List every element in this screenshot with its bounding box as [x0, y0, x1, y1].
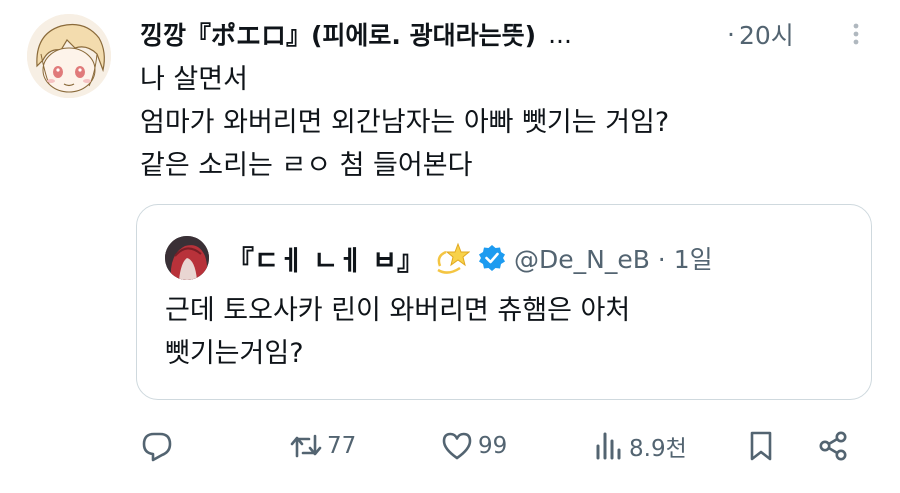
views-count: 8.9천 [629, 436, 687, 462]
quoted-handle-and-time[interactable]: @De_N_eB · 1일 [514, 240, 713, 276]
retweet-count: 77 [327, 433, 357, 459]
retweet-button[interactable]: 77 [289, 428, 356, 464]
views-button[interactable]: 8.9천 [591, 428, 687, 464]
verified-badge-icon [479, 245, 505, 271]
name-truncation: ... [548, 19, 572, 49]
dizzy-star-icon [437, 242, 470, 274]
retweet-icon [290, 434, 322, 458]
quoted-avatar-illustration [165, 236, 209, 280]
tweet-line: 나 살면서 [140, 64, 248, 95]
quoted-display-name[interactable]: 『ㄷㅔ ㄴㅔ ㅂ』 [227, 239, 424, 278]
reply-button[interactable] [140, 428, 178, 464]
tweet-line: 같은 소리는 ㄹㅇ 첨 들어본다 [140, 150, 473, 181]
quoted-header: 『ㄷㅔ ㄴㅔ ㅂ』 @De_N_eB · 1일 [227, 235, 713, 281]
quoted-line: 근데 토오사카 린이 와버리면 츄햄은 아처 [165, 295, 631, 326]
tweet-meta: · 20시 [727, 16, 794, 52]
like-button[interactable]: 99 [440, 428, 507, 464]
action-bar: 77 99 8.9천 [0, 414, 900, 478]
author-avatar[interactable] [27, 14, 111, 98]
quoted-tweet[interactable]: 『ㄷㅔ ㄴㅔ ㅂ』 @De_N_eB · 1일 근데 토오사카 린이 와버리면 … [136, 204, 872, 400]
reply-icon [142, 432, 172, 462]
tweet-text: 나 살면서 엄마가 와버리면 외간남자는 아빠 뺏기는 거임? 같은 소리는 ㄹ… [140, 58, 669, 187]
heart-icon [442, 432, 472, 460]
share-button[interactable] [816, 428, 850, 464]
avatar-illustration [27, 14, 111, 98]
quoted-line: 뺏기는거임? [165, 338, 304, 369]
more-vertical-icon [853, 23, 859, 45]
tweet-timestamp[interactable]: 20시 [739, 16, 794, 52]
author-display-name[interactable]: 낑깡『ポエロ』(피에로. 광대라는뜻) [140, 16, 536, 52]
share-icon [819, 431, 847, 461]
like-count: 99 [478, 433, 508, 459]
quoted-text: 근데 토오사카 린이 와버리면 츄햄은 아처 뺏기는거임? [165, 289, 630, 375]
meta-separator: · [727, 19, 735, 49]
tweet-line: 엄마가 와버리면 외간남자는 아빠 뺏기는 거임? [140, 107, 670, 138]
bookmark-icon [750, 431, 772, 461]
more-options-button[interactable] [846, 22, 866, 46]
tweet-header: 낑깡『ポエロ』(피에로. 광대라는뜻) ... [140, 16, 572, 52]
bookmark-button[interactable] [744, 428, 778, 464]
views-icon [596, 432, 621, 460]
quoted-author-avatar[interactable] [165, 236, 209, 280]
